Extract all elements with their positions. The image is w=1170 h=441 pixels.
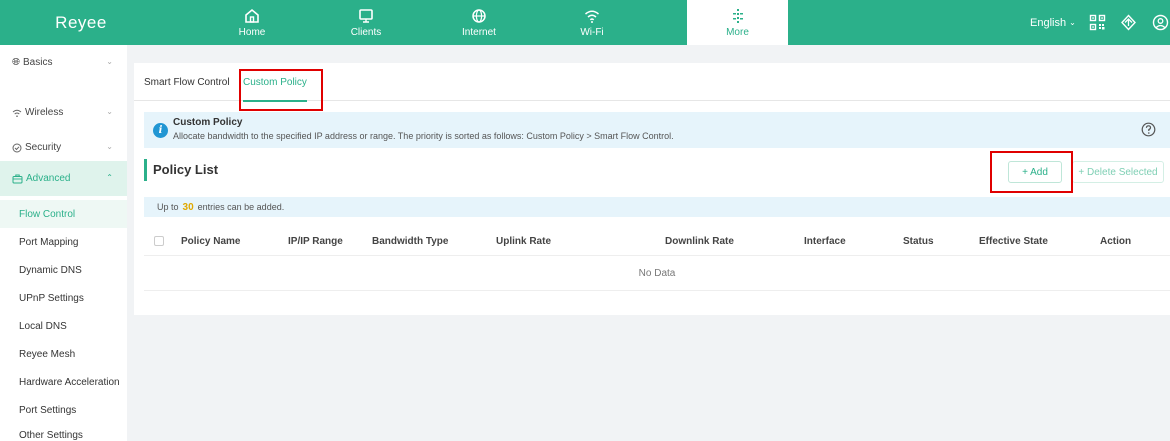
monitor-icon (359, 8, 373, 23)
highlight-box-tab (239, 69, 323, 111)
info-icon: i (153, 123, 168, 138)
info-title: Custom Policy (173, 117, 243, 128)
nav-clients[interactable]: Clients (327, 0, 405, 45)
sidebar-item-flow-control[interactable]: Flow Control (0, 200, 127, 228)
wifi-icon (585, 10, 599, 23)
column-interface: Interface (804, 235, 846, 247)
chevron-down-icon: ⌄ (106, 57, 113, 66)
sidebar-group-wireless[interactable]: Wireless ⌄ (0, 95, 127, 130)
select-all-checkbox[interactable] (154, 236, 164, 246)
sidebar-item-local-dns[interactable]: Local DNS (0, 312, 127, 340)
shield-icon (12, 143, 22, 152)
chevron-down-icon: ⌄ (1069, 18, 1076, 27)
wifi-icon (12, 109, 22, 117)
note-prefix: Up to (157, 202, 179, 212)
user-icon[interactable] (1152, 14, 1169, 31)
note-suffix: entries can be added. (197, 202, 285, 212)
sidebar-group-label: Security (25, 142, 62, 153)
info-banner: i Custom Policy Allocate bandwidth to th… (144, 112, 1170, 148)
nav-clients-label: Clients (350, 26, 382, 38)
language-selector[interactable]: English ⌄ (1030, 0, 1076, 45)
qr-code-icon[interactable] (1089, 14, 1106, 31)
language-label: English (1030, 16, 1067, 29)
nav-more-label: More (726, 26, 749, 38)
sidebar-item-upnp-settings[interactable]: UPnP Settings (0, 284, 127, 312)
sidebar-item-reyee-mesh[interactable]: Reyee Mesh (0, 340, 127, 368)
nav-more[interactable]: More (687, 0, 788, 45)
column-action: Action (1100, 235, 1132, 247)
network-icon[interactable] (1120, 14, 1137, 31)
sidebar-item-port-mapping[interactable]: Port Mapping (0, 228, 127, 256)
sidebar: 🌐︎ Basics ⌄ Wireless ⌄ Security ⌄ Advanc… (0, 45, 127, 441)
sidebar-group-label: Wireless (25, 107, 64, 118)
highlight-box-add (990, 151, 1073, 193)
table-divider (144, 290, 1170, 291)
policy-list-title: Policy List (153, 162, 219, 177)
sidebar-item-dynamic-dns[interactable]: Dynamic DNS (0, 256, 127, 284)
nav-wifi-label: Wi-Fi (580, 26, 604, 38)
note-count: 30 (182, 201, 194, 213)
delete-selected-button[interactable]: + Delete Selected (1072, 161, 1164, 183)
info-description: Allocate bandwidth to the specified IP a… (173, 131, 674, 141)
column-downlink-rate: Downlink Rate (665, 235, 734, 247)
chevron-down-icon: ⌄ (106, 107, 113, 116)
sidebar-group-label: Advanced (26, 173, 71, 184)
column-policy-name: Policy Name (181, 235, 241, 247)
column-ip-range: IP/IP Range (288, 235, 343, 247)
nav-home-label: Home (238, 26, 266, 38)
grid-icon (732, 8, 743, 23)
top-navigation-bar: Reyee Home Clients Internet Wi-Fi More E… (0, 0, 1170, 45)
nav-wifi[interactable]: Wi-Fi (553, 0, 631, 45)
entry-limit-note: Up to 30 entries can be added. (144, 197, 1170, 217)
brand-logo[interactable]: Reyee (0, 0, 162, 45)
sidebar-group-basics[interactable]: 🌐︎ Basics ⌄ (0, 45, 127, 80)
empty-table-message: No Data (638, 267, 676, 279)
globe-icon (472, 8, 486, 23)
briefcase-icon (12, 174, 23, 183)
sidebar-group-advanced[interactable]: Advanced ⌃ (0, 161, 127, 196)
sidebar-group-label: Basics (23, 57, 53, 68)
help-icon[interactable] (1141, 122, 1156, 137)
column-status: Status (903, 235, 934, 247)
column-bandwidth-type: Bandwidth Type (372, 235, 449, 247)
table-header: Policy Name IP/IP Range Bandwidth Type U… (144, 227, 1170, 255)
sidebar-group-security[interactable]: Security ⌄ (0, 130, 127, 165)
main-content: Smart Flow Control Custom Policy i Custo… (134, 63, 1170, 315)
nav-internet-label: Internet (462, 26, 496, 38)
home-icon (245, 8, 259, 23)
sidebar-item-port-settings[interactable]: Port Settings (0, 396, 127, 424)
nav-home[interactable]: Home (213, 0, 291, 45)
nav-internet[interactable]: Internet (440, 0, 518, 45)
sidebar-item-hardware-acceleration[interactable]: Hardware Acceleration (0, 368, 127, 396)
chevron-down-icon: ⌄ (106, 142, 113, 151)
column-uplink-rate: Uplink Rate (496, 235, 552, 247)
column-effective-state: Effective State (979, 235, 1048, 247)
sidebar-item-other-settings[interactable]: Other Settings (0, 421, 127, 441)
globe-icon: 🌐︎ (12, 57, 20, 68)
chevron-up-icon: ⌃ (106, 173, 113, 182)
section-accent-bar (144, 159, 147, 181)
tab-smart-flow-control[interactable]: Smart Flow Control (144, 63, 230, 101)
